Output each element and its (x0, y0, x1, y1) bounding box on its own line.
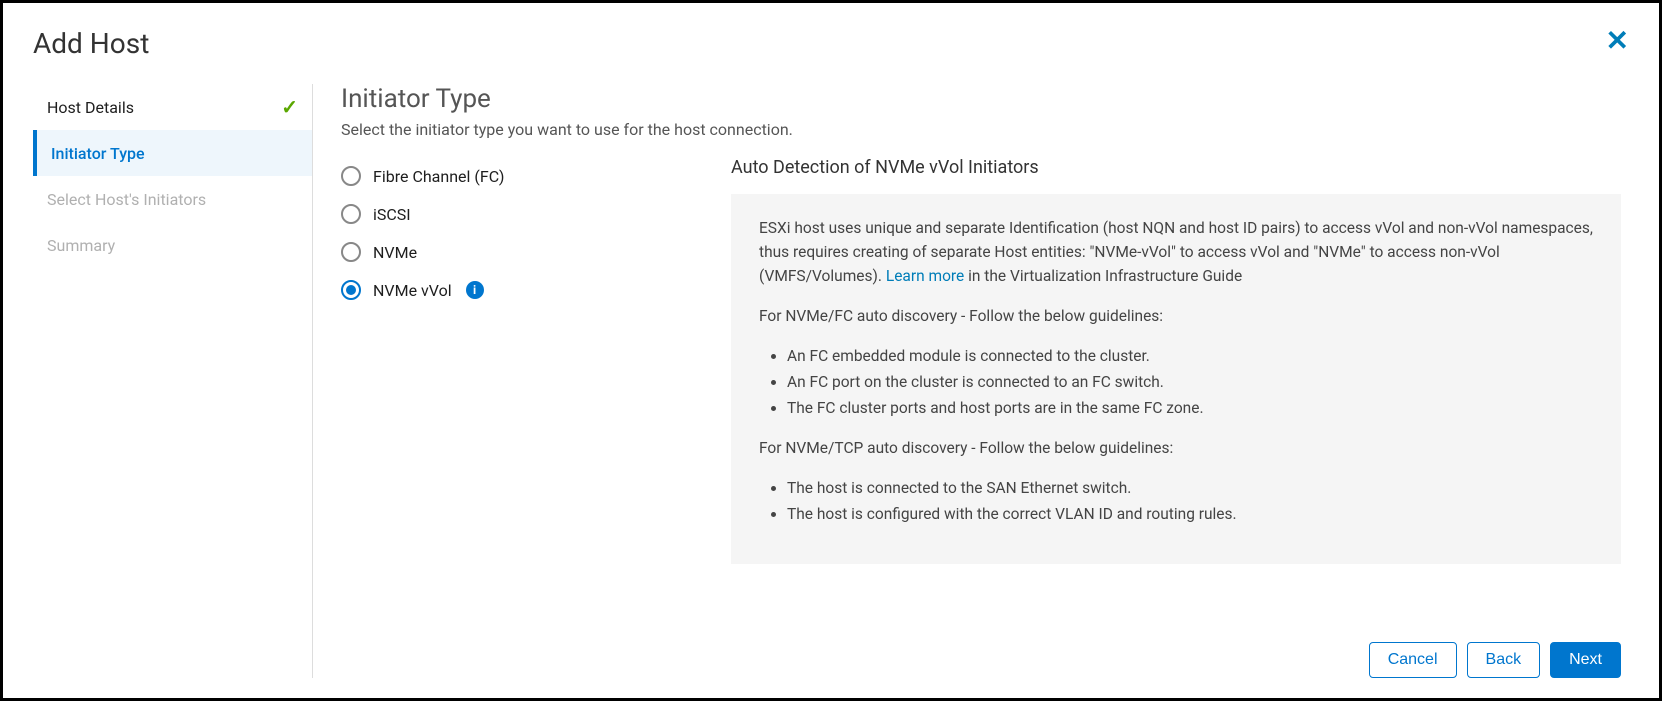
info-paragraph-3: For NVMe/TCP auto discovery - Follow the… (759, 436, 1593, 460)
list-item: The FC cluster ports and host ports are … (787, 396, 1593, 420)
info-list-fc: An FC embedded module is connected to th… (759, 344, 1593, 420)
radio-label: NVMe vVol (373, 281, 452, 300)
initiator-type-radio-group: Fibre Channel (FC) iSCSI NVMe NVMe vVol … (341, 157, 701, 624)
dialog-body: Host Details ✓ Initiator Type Select Hos… (33, 84, 1629, 678)
sidebar-item-initiator-type[interactable]: Initiator Type (33, 130, 312, 176)
radio-icon (341, 242, 361, 262)
dialog-title: Add Host (33, 27, 149, 60)
sidebar-item-label: Summary (47, 236, 115, 255)
back-button[interactable]: Back (1467, 642, 1541, 678)
radio-icon (341, 280, 361, 300)
close-icon[interactable]: ✕ (1606, 27, 1629, 55)
radio-label: iSCSI (373, 205, 411, 224)
panel-subheading: Select the initiator type you want to us… (341, 120, 1621, 139)
panel-heading: Initiator Type (341, 84, 1621, 114)
radio-nvme-vvol[interactable]: NVMe vVol i (341, 271, 701, 309)
list-item: An FC port on the cluster is connected t… (787, 370, 1593, 394)
sidebar-item-label: Select Host's Initiators (47, 190, 206, 209)
list-item: The host is configured with the correct … (787, 502, 1593, 526)
info-paragraph-1: ESXi host uses unique and separate Ident… (759, 216, 1593, 288)
list-item: The host is connected to the SAN Etherne… (787, 476, 1593, 500)
learn-more-link[interactable]: Learn more (886, 267, 964, 285)
main-panel: Initiator Type Select the initiator type… (313, 84, 1629, 678)
add-host-dialog: Add Host ✕ Host Details ✓ Initiator Type… (3, 3, 1659, 698)
content-row: Fibre Channel (FC) iSCSI NVMe NVMe vVol … (341, 157, 1621, 624)
sidebar-item-label: Initiator Type (51, 144, 145, 163)
info-list-tcp: The host is connected to the SAN Etherne… (759, 476, 1593, 526)
sidebar-item-select-hosts-initiators: Select Host's Initiators (33, 176, 312, 222)
dialog-header: Add Host ✕ (33, 27, 1629, 60)
next-button[interactable]: Next (1550, 642, 1621, 678)
info-text: in the Virtualization Infrastructure Gui… (964, 267, 1242, 285)
sidebar-item-host-details[interactable]: Host Details ✓ (33, 84, 312, 130)
list-item: An FC embedded module is connected to th… (787, 344, 1593, 368)
info-paragraph-2: For NVMe/FC auto discovery - Follow the … (759, 304, 1593, 328)
info-box: ESXi host uses unique and separate Ident… (731, 194, 1621, 564)
radio-label: NVMe (373, 243, 417, 262)
sidebar-item-label: Host Details (47, 98, 134, 117)
radio-iscsi[interactable]: iSCSI (341, 195, 701, 233)
radio-icon (341, 204, 361, 224)
info-icon[interactable]: i (466, 281, 484, 299)
cancel-button[interactable]: Cancel (1369, 642, 1457, 678)
info-column: Auto Detection of NVMe vVol Initiators E… (731, 157, 1621, 624)
info-title: Auto Detection of NVMe vVol Initiators (731, 157, 1621, 178)
check-icon: ✓ (281, 95, 298, 119)
radio-icon (341, 166, 361, 186)
sidebar-item-summary: Summary (33, 222, 312, 268)
radio-label: Fibre Channel (FC) (373, 167, 505, 186)
radio-fibre-channel[interactable]: Fibre Channel (FC) (341, 157, 701, 195)
dialog-footer: Cancel Back Next (341, 624, 1621, 678)
wizard-sidebar: Host Details ✓ Initiator Type Select Hos… (33, 84, 313, 678)
radio-nvme[interactable]: NVMe (341, 233, 701, 271)
